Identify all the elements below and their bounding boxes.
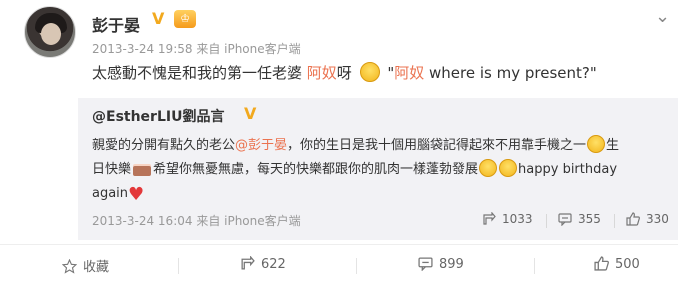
repost-text-part: happy birthday (518, 162, 618, 177)
content-text: where is my present?" (424, 64, 597, 82)
repost-text: 親愛的分開有點久的老公@彭于晏，你的生日是我十個用腦袋記得起來不用靠手機之一生 … (92, 134, 672, 206)
thumbs-up-icon (626, 212, 640, 226)
repost-text-part: again (92, 186, 129, 201)
laughing-face-icon (499, 159, 518, 177)
divider (614, 214, 615, 228)
avatar-face (41, 23, 61, 45)
repost-text-part: 希望你無憂無慮，每天的快樂都跟你的肌肉一樣蓬勃發展 (153, 162, 479, 177)
laughing-face-icon (479, 159, 498, 177)
post-meta: 2013-3-24 19:58 来自 iPhone客户端 (92, 42, 301, 56)
mention-link[interactable]: 阿奴 (307, 64, 337, 82)
divider (546, 214, 547, 228)
forward-icon (483, 212, 496, 225)
avatar[interactable] (24, 6, 76, 58)
repost-comment-button[interactable]: 355 (558, 212, 601, 226)
repost-text-part: ，你的生日是我十個用腦袋記得起來不用靠手機之一 (287, 138, 587, 153)
comment-button[interactable]: 899 (418, 256, 464, 272)
repost-meta: 2013-3-24 16:04 来自 iPhone客户端 (92, 214, 301, 228)
forward-button[interactable]: 622 (240, 256, 286, 272)
mention-link[interactable]: @彭于晏 (235, 138, 287, 153)
favorite-button[interactable]: 收藏 (62, 256, 109, 275)
weibo-post: 彭于晏 V ♔ ⌄ 2013-3-24 19:58 来自 iPhone客户端 太… (0, 0, 678, 287)
repost-forward-count: 1033 (502, 212, 533, 226)
content-text: 太感動不愧是和我的第一任老婆 (92, 64, 307, 82)
repost-text-part: 生 (606, 138, 620, 153)
divider (0, 244, 678, 245)
comment-count: 899 (439, 257, 464, 272)
content-text: 呀 (336, 64, 357, 82)
vip-badge-icon[interactable]: ♔ (174, 10, 196, 28)
thumbs-up-icon (594, 256, 609, 271)
forward-icon (241, 256, 255, 270)
repost-card[interactable]: @EstherLIU劉品言 V 親愛的分開有點久的老公@彭于晏，你的生日是我十個… (78, 98, 678, 240)
mention-link[interactable]: 阿奴 (394, 64, 424, 82)
like-count: 500 (615, 257, 640, 272)
favorite-label: 收藏 (83, 260, 110, 275)
action-bar: 收藏 622 899 500 (0, 246, 678, 286)
forward-count: 622 (261, 257, 286, 272)
repost-text-part: 親愛的分開有點久的老公 (92, 138, 236, 153)
divider (178, 258, 179, 274)
repost-like-button[interactable]: 330 (626, 212, 669, 226)
divider (356, 258, 357, 274)
verified-icon: V (244, 104, 257, 123)
like-button[interactable]: 500 (594, 256, 640, 272)
heart-icon: ♥ (128, 184, 145, 205)
comment-icon (418, 257, 433, 271)
repost-comment-count: 355 (578, 212, 601, 226)
divider (534, 258, 535, 274)
repost-author[interactable]: @EstherLIU劉品言 (92, 106, 224, 126)
repost-like-count: 330 (646, 212, 669, 226)
chevron-down-icon[interactable]: ⌄ (655, 8, 673, 26)
post-content: 太感動不愧是和我的第一任老婆 阿奴呀 "阿奴 where is my prese… (92, 62, 597, 84)
star-icon (62, 259, 77, 274)
grinning-face-icon (587, 135, 606, 153)
cake-icon (132, 160, 152, 176)
content-text: " (382, 64, 395, 82)
crying-face-icon (359, 62, 380, 82)
repost-text-part: 日快樂 (92, 162, 132, 177)
repost-forward-button[interactable]: 1033 (482, 212, 533, 226)
author-name[interactable]: 彭于晏 (92, 12, 140, 36)
verified-icon: V (152, 9, 165, 28)
comment-icon (558, 213, 572, 226)
